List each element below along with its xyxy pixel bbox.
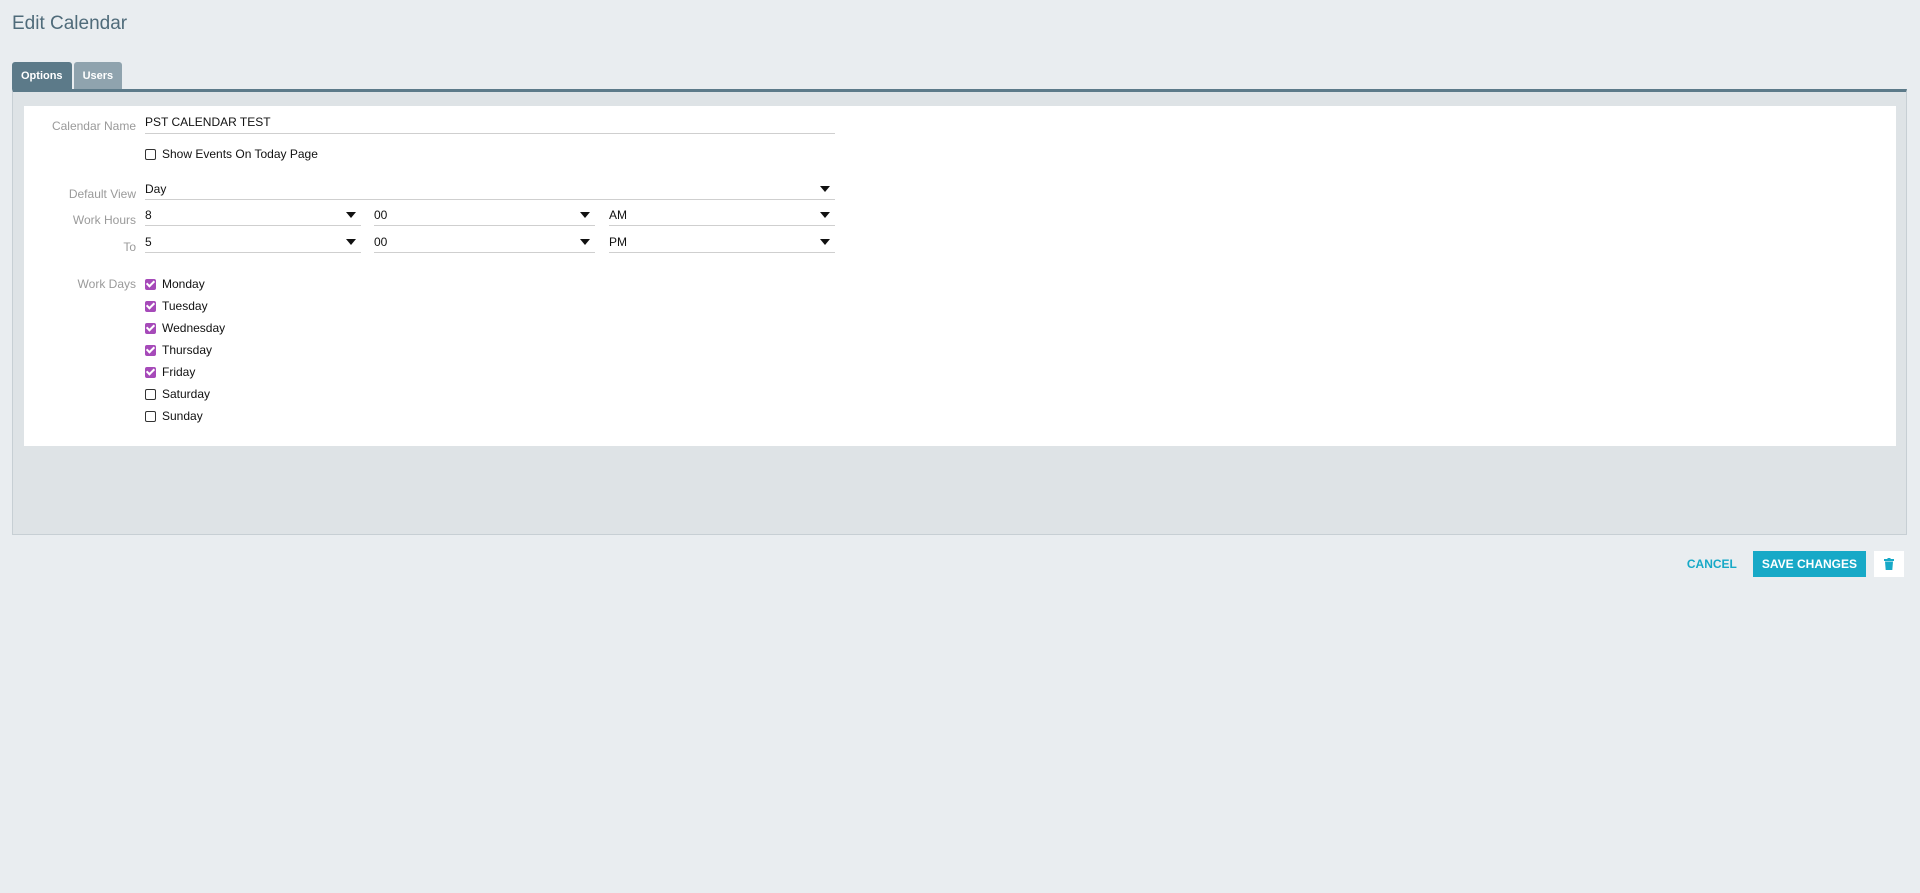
sunday-checkbox[interactable]	[145, 410, 156, 422]
calendar-name-label: Calendar Name	[51, 119, 136, 133]
saturday-label: Saturday	[162, 387, 211, 401]
chevron-down-icon	[580, 211, 590, 218]
start-ampm-select[interactable]: AM	[609, 204, 835, 226]
chevron-down-icon	[346, 238, 356, 245]
work-day-monday[interactable]: Monday	[145, 277, 205, 291]
end-minute-select[interactable]: 00	[374, 231, 595, 253]
show-events-row[interactable]: Show Events On Today Page	[145, 147, 318, 161]
end-hour-value: 5	[145, 234, 152, 249]
cancel-button[interactable]: CANCEL	[1679, 557, 1745, 571]
start-hour-select[interactable]: 8	[145, 204, 361, 226]
default-view-label: Default View	[68, 187, 136, 201]
default-view-value: Day	[145, 181, 167, 196]
end-hour-select[interactable]: 5	[145, 231, 361, 253]
show-events-label: Show Events On Today Page	[162, 147, 318, 161]
thursday-checkbox[interactable]	[145, 344, 156, 356]
default-view-select[interactable]: Day	[145, 178, 835, 200]
work-day-saturday[interactable]: Saturday	[145, 387, 210, 401]
wednesday-checkbox[interactable]	[145, 322, 156, 334]
thursday-label: Thursday	[162, 343, 213, 357]
start-ampm-value: AM	[609, 207, 627, 222]
end-ampm-value: PM	[609, 234, 627, 249]
friday-label: Friday	[162, 365, 196, 379]
chevron-down-icon	[580, 238, 590, 245]
trash-icon	[1884, 558, 1894, 570]
end-ampm-select[interactable]: PM	[609, 231, 835, 253]
work-day-friday[interactable]: Friday	[145, 365, 195, 379]
tab-users[interactable]: Users	[73, 62, 123, 90]
tuesday-label: Tuesday	[162, 299, 208, 313]
monday-checkbox[interactable]	[145, 278, 156, 290]
work-day-thursday[interactable]: Thursday	[145, 343, 212, 357]
chevron-down-icon	[820, 238, 830, 245]
work-hours-label: Work Hours	[72, 213, 136, 227]
work-day-tuesday[interactable]: Tuesday	[145, 299, 208, 313]
tuesday-checkbox[interactable]	[145, 300, 156, 312]
work-day-sunday[interactable]: Sunday	[145, 409, 203, 423]
calendar-name-input[interactable]	[145, 111, 835, 134]
start-minute-select[interactable]: 00	[374, 204, 595, 226]
monday-label: Monday	[162, 277, 205, 291]
work-days-label: Work Days	[77, 277, 136, 291]
end-minute-value: 00	[374, 234, 388, 249]
tab-options[interactable]: Options	[12, 62, 72, 90]
save-changes-button[interactable]: SAVE CHANGES	[1752, 551, 1866, 577]
work-day-wednesday[interactable]: Wednesday	[145, 321, 225, 335]
saturday-checkbox[interactable]	[145, 388, 156, 400]
chevron-down-icon	[346, 211, 356, 218]
options-card: Calendar Name Show Events On Today Page …	[24, 106, 1896, 446]
wednesday-label: Wednesday	[162, 321, 226, 335]
form-actions: CANCEL SAVE CHANGES	[1679, 551, 1904, 577]
delete-button[interactable]	[1874, 551, 1904, 577]
chevron-down-icon	[820, 185, 830, 192]
page-title: Edit Calendar	[12, 13, 128, 34]
chevron-down-icon	[820, 211, 830, 218]
show-events-checkbox[interactable]	[145, 148, 156, 160]
tab-panel: Calendar Name Show Events On Today Page …	[12, 89, 1907, 535]
sunday-label: Sunday	[162, 409, 203, 423]
start-hour-value: 8	[145, 207, 152, 222]
friday-checkbox[interactable]	[145, 366, 156, 378]
to-label: To	[123, 240, 136, 254]
tab-bar: Options Users	[12, 62, 123, 90]
start-minute-value: 00	[374, 207, 388, 222]
